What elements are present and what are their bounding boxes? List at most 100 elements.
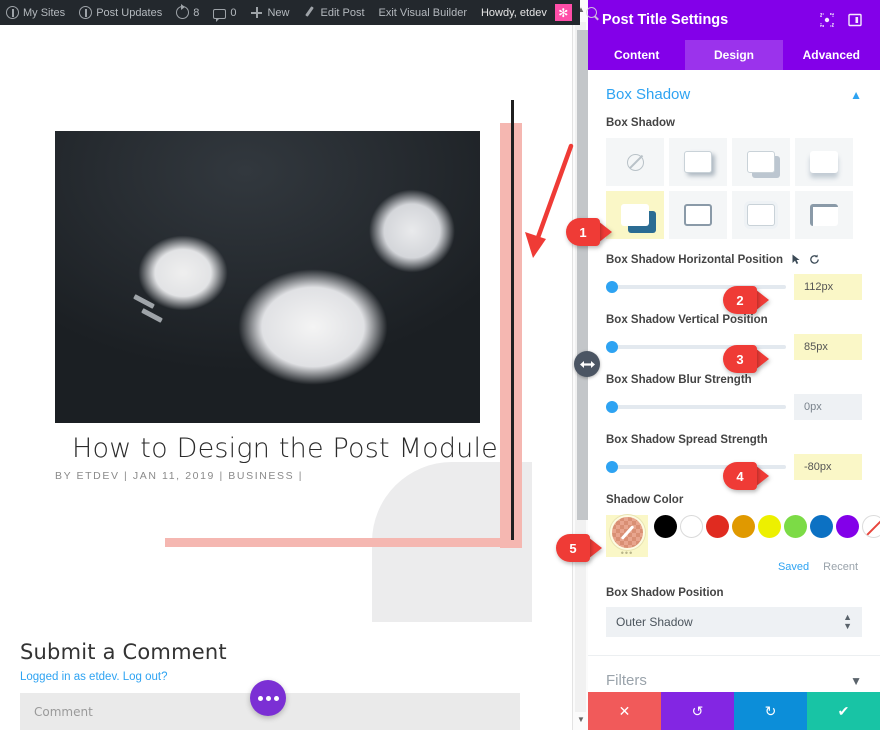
post-title[interactable]: How to Design the Post Module: [55, 433, 515, 464]
marker-number: 2: [723, 286, 757, 314]
slider-knob[interactable]: [606, 401, 618, 413]
preset-thumb: [747, 204, 775, 226]
field-label: Box Shadow Horizontal Position: [606, 253, 783, 266]
preset-none[interactable]: [606, 138, 664, 186]
tab-design[interactable]: Design: [685, 40, 783, 70]
field-label-icons: [790, 253, 821, 266]
admin-bar-item-updates[interactable]: 8: [169, 0, 206, 25]
admin-bar-item-post-updates[interactable]: Post Updates: [72, 0, 169, 25]
swatch-orange[interactable]: [732, 515, 755, 538]
preset-6[interactable]: [732, 191, 790, 239]
swatch-black[interactable]: [654, 515, 677, 538]
admin-bar-search[interactable]: [579, 0, 604, 25]
marker-tip: [755, 465, 769, 487]
featured-image[interactable]: [55, 131, 480, 423]
field-box-shadow-presets: Box Shadow: [588, 117, 880, 239]
slider-track[interactable]: [606, 401, 786, 413]
reset-icon[interactable]: [808, 253, 821, 266]
blur-strength-value[interactable]: 0px: [794, 394, 862, 420]
slider-knob[interactable]: [606, 341, 618, 353]
field-label: Box Shadow Position: [606, 587, 724, 599]
tab-advanced[interactable]: Advanced: [783, 40, 880, 70]
color-swatch-row[interactable]: •••: [606, 515, 880, 558]
panel-resize-handle[interactable]: [574, 351, 600, 377]
swatch-green[interactable]: [784, 515, 807, 538]
vertical-position-value[interactable]: 85px: [794, 334, 862, 360]
preset-1[interactable]: [669, 138, 727, 186]
admin-bar-item-comments[interactable]: 0: [206, 0, 243, 25]
slider-knob[interactable]: [606, 461, 618, 473]
marker-tip: [755, 289, 769, 311]
spread-strength-value[interactable]: -80px: [794, 454, 862, 480]
save-button[interactable]: ✔: [807, 692, 880, 730]
admin-bar-item-edit-post[interactable]: Edit Post: [297, 0, 372, 25]
horizontal-position-value[interactable]: 112px: [794, 274, 862, 300]
howdy-label: Howdy, etdev: [480, 6, 547, 19]
marker-tip: [588, 537, 602, 559]
plus-icon: [250, 6, 263, 19]
site-icon: [79, 6, 93, 19]
dot: [265, 695, 271, 701]
swatch-yellow[interactable]: [758, 515, 781, 538]
recent-tab[interactable]: Recent: [823, 561, 858, 573]
box-shadow-position-select[interactable]: Outer Shadow ▲ ▼: [606, 607, 862, 637]
swatch-blue[interactable]: [810, 515, 833, 538]
slider-knob[interactable]: [606, 281, 618, 293]
admin-bar-item-my-sites[interactable]: My Sites: [0, 0, 72, 25]
chevron-up-icon[interactable]: ▲: [850, 88, 862, 102]
preset-4-selected[interactable]: [606, 191, 664, 239]
comments-heading: Submit a Comment: [20, 640, 227, 664]
admin-bar-comments-count: 0: [230, 6, 237, 19]
redo-button[interactable]: ↻: [734, 692, 807, 730]
visual-builder-canvas[interactable]: How to Design the Post Module BY ETDEV |…: [0, 25, 580, 730]
comments-icon: [213, 8, 227, 22]
marker-number: 4: [723, 462, 757, 490]
screen: My Sites Post Updates 8 0 New Edit Post …: [0, 0, 880, 730]
panel-layout-icon[interactable]: [844, 9, 866, 31]
focus-target-icon[interactable]: [816, 9, 838, 31]
cancel-button[interactable]: ✕: [588, 692, 661, 730]
undo-button[interactable]: ↺: [661, 692, 734, 730]
marker-number: 1: [566, 218, 600, 246]
scrollbar-thumb[interactable]: [577, 30, 588, 520]
section-filters-header[interactable]: Filters ▼: [588, 655, 880, 692]
saved-tab[interactable]: Saved: [778, 561, 809, 573]
preset-3[interactable]: [795, 138, 853, 186]
preset-2[interactable]: [732, 138, 790, 186]
field-box-shadow-position: Box Shadow Position Outer Shadow ▲ ▼: [588, 587, 880, 637]
step-marker-5: 5: [556, 534, 602, 562]
box-shadow-preview-horizontal: [165, 538, 522, 547]
preset-thumb: [684, 151, 712, 173]
scroll-down-arrow[interactable]: ▼: [576, 715, 586, 725]
module-options-button[interactable]: [250, 680, 286, 716]
swatch-red[interactable]: [706, 515, 729, 538]
preset-7[interactable]: [795, 191, 853, 239]
avatar: ✻: [554, 4, 572, 21]
preset-thumb: [810, 204, 838, 226]
search-icon: [585, 7, 597, 18]
preset-5[interactable]: [669, 191, 727, 239]
admin-bar-updates-count: 8: [193, 6, 200, 19]
eyedropper-button[interactable]: •••: [606, 515, 648, 558]
admin-bar-item-exit-visual-builder[interactable]: Exit Visual Builder: [372, 0, 474, 25]
saved-recent-row: Saved Recent: [606, 561, 862, 573]
admin-bar-label: Post Updates: [96, 6, 163, 19]
swatch-white[interactable]: [680, 515, 703, 538]
marker-tip: [755, 348, 769, 370]
annotation-arrow: [525, 143, 574, 258]
box-shadow-preset-grid[interactable]: [606, 138, 862, 239]
swatch-purple[interactable]: [836, 515, 859, 538]
cursor-icon[interactable]: [790, 253, 803, 266]
wordpress-icon: [6, 6, 19, 19]
preset-thumb: [747, 151, 775, 173]
admin-bar-account[interactable]: Howdy, etdev ✻: [474, 0, 579, 25]
swatch-transparent[interactable]: [862, 515, 880, 538]
section-box-shadow-header[interactable]: Box Shadow ▲: [588, 70, 880, 103]
chevron-down-icon[interactable]: ▼: [850, 674, 862, 688]
preset-thumb: [621, 204, 649, 226]
admin-bar-item-new[interactable]: New: [243, 0, 296, 25]
slider-row[interactable]: 0px: [606, 394, 862, 420]
tab-content[interactable]: Content: [588, 40, 685, 70]
wp-admin-bar: My Sites Post Updates 8 0 New Edit Post …: [0, 0, 597, 25]
step-marker-4: 4: [723, 462, 769, 490]
